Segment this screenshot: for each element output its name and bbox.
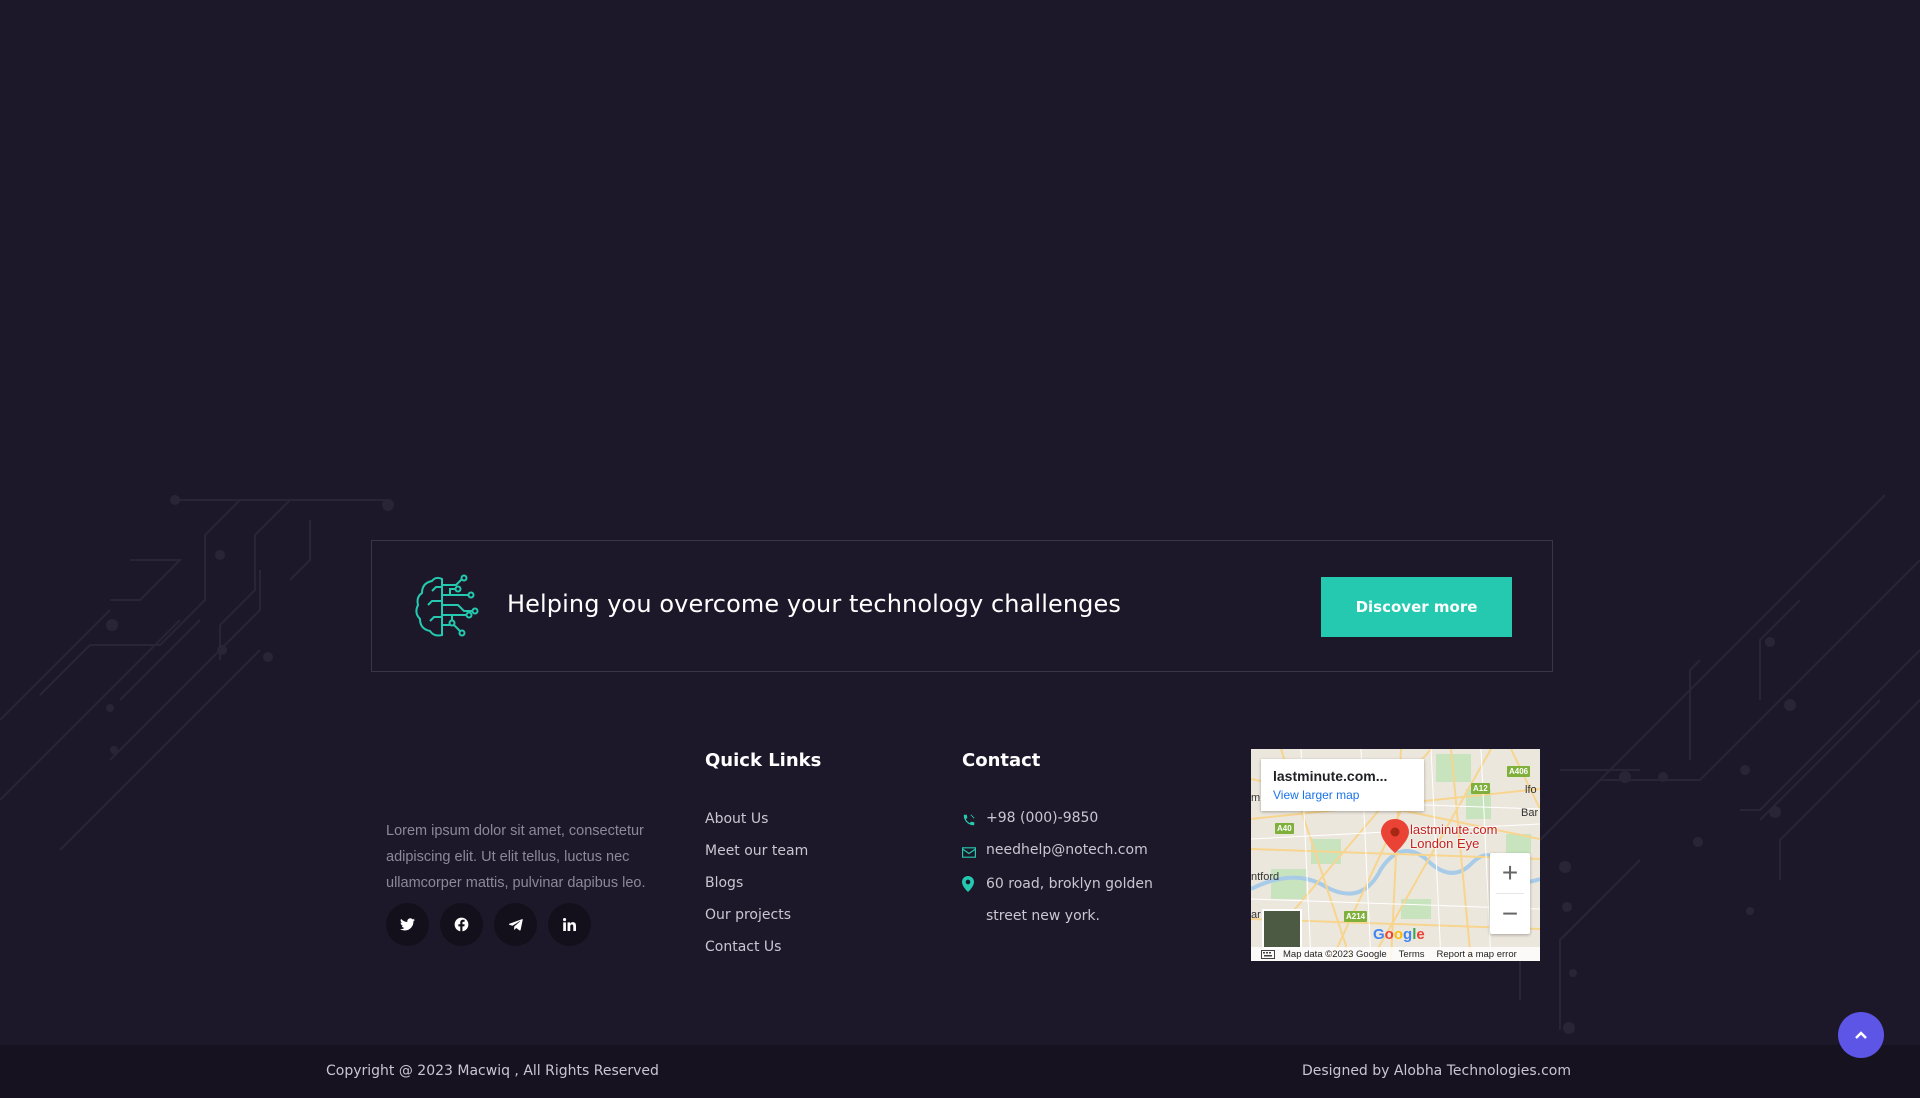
contact-phone: +98 (000)-9850 — [962, 810, 1196, 842]
map-zoom-controls: + − — [1490, 853, 1530, 934]
page: Helping you overcome your technology cha… — [0, 0, 1920, 1098]
quick-link-blogs[interactable]: Blogs — [705, 875, 808, 907]
report-map-error-link[interactable]: Report a map error — [1437, 949, 1517, 960]
facebook-button[interactable] — [440, 903, 483, 946]
google-map-embed[interactable]: A406 A12 A40 A214 m lfo Bar ntford ar la… — [1251, 749, 1540, 961]
copyright-text: Copyright @ 2023 Macwiq , All Rights Res… — [326, 1063, 659, 1079]
map-place-title: lastminute.com... — [1273, 768, 1388, 784]
phone-icon — [962, 810, 986, 830]
scroll-to-top-button[interactable] — [1838, 1012, 1884, 1058]
location-pin-icon — [962, 874, 986, 894]
map-place-card: lastminute.com... View larger map — [1261, 759, 1424, 811]
road-label-a12: A12 — [1471, 783, 1490, 794]
road-label-a406: A406 — [1507, 766, 1531, 777]
facebook-icon — [454, 917, 469, 932]
twitter-button[interactable] — [386, 903, 429, 946]
satellite-toggle-thumbnail[interactable] — [1262, 909, 1302, 949]
contact-email-text[interactable]: needhelp@notech.com — [986, 842, 1148, 858]
map-edge-label: lfo — [1525, 784, 1537, 796]
road-label-a214: A214 — [1344, 911, 1368, 922]
telegram-icon — [508, 918, 523, 931]
zoom-out-button[interactable]: − — [1490, 894, 1530, 934]
bottom-bar: Copyright @ 2023 Macwiq , All Rights Res… — [0, 1045, 1920, 1098]
view-larger-map-link[interactable]: View larger map — [1273, 788, 1359, 802]
map-pin-label: lastminute.com London Eye — [1410, 823, 1497, 851]
chevron-up-icon — [1855, 1031, 1867, 1039]
cta-banner: Helping you overcome your technology cha… — [371, 540, 1553, 672]
quick-link-about-us[interactable]: About Us — [705, 811, 808, 843]
contact-address: 60 road, broklyn golden street new york. — [962, 874, 1196, 932]
zoom-in-button[interactable]: + — [1490, 853, 1530, 893]
road-label-a40: A40 — [1275, 823, 1294, 834]
discover-more-button[interactable]: Discover more — [1321, 577, 1512, 637]
map-footer: Map data ©2023 Google Terms Report a map… — [1251, 947, 1540, 961]
brain-circuit-icon — [415, 574, 479, 637]
contact-address-text: 60 road, broklyn golden street new york. — [986, 876, 1153, 924]
linkedin-icon — [563, 918, 576, 931]
mail-icon — [962, 842, 986, 862]
quick-link-our-projects[interactable]: Our projects — [705, 907, 808, 939]
telegram-button[interactable] — [494, 903, 537, 946]
quick-link-meet-our-team[interactable]: Meet our team — [705, 843, 808, 875]
map-edge-label: ntford — [1251, 871, 1280, 883]
map-edge-label: m — [1251, 792, 1261, 804]
map-edge-label: ar — [1251, 909, 1261, 921]
contact-list: +98 (000)-9850 needhelp@notech.com 60 ro… — [962, 810, 1196, 932]
map-edge-label: Bar — [1521, 807, 1539, 819]
cta-heading: Helping you overcome your technology cha… — [507, 590, 1121, 618]
quick-link-contact-us[interactable]: Contact Us — [705, 939, 808, 971]
map-pin-label-line2: London Eye — [1410, 836, 1480, 851]
map-terms-link[interactable]: Terms — [1399, 949, 1425, 960]
quick-links-title: Quick Links — [705, 750, 822, 771]
twitter-icon — [400, 918, 415, 931]
social-links — [386, 903, 591, 946]
quick-links-list: About Us Meet our team Blogs Our project… — [705, 811, 808, 971]
linkedin-button[interactable] — [548, 903, 591, 946]
map-pin-label-line1: lastminute.com — [1410, 822, 1498, 837]
designed-by-text: Designed by Alobha Technologies.com — [1301, 1063, 1571, 1079]
keyboard-icon — [1261, 949, 1275, 959]
map-data-attribution: Map data ©2023 Google — [1283, 948, 1387, 960]
contact-title: Contact — [962, 750, 1041, 771]
google-logo: Google — [1373, 926, 1425, 943]
about-description: Lorem ipsum dolor sit amet, consectetur … — [386, 823, 646, 891]
contact-phone-text[interactable]: +98 (000)-9850 — [986, 810, 1098, 826]
